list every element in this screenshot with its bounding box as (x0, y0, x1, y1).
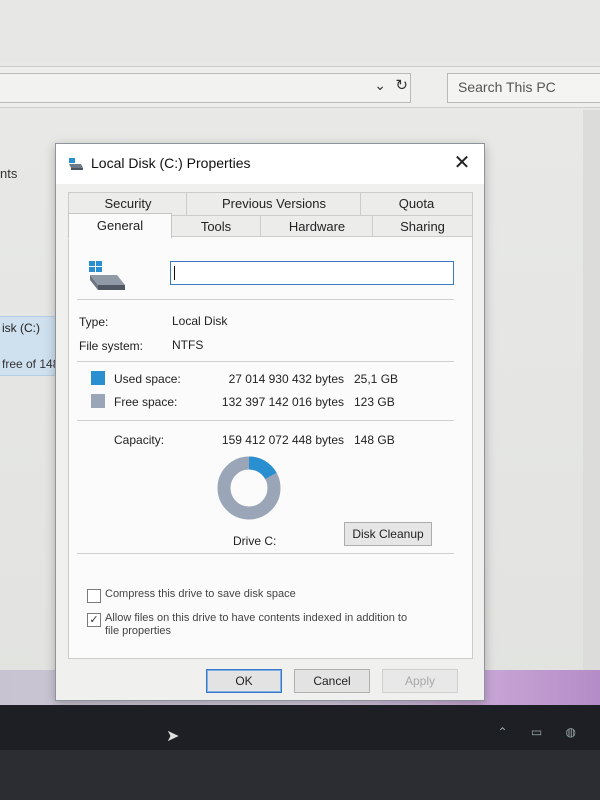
explorer-ribbon-area (0, 0, 600, 62)
separator (77, 299, 454, 300)
monitor-screen: ⌄ ↻ Search This PC nts isk (C:) free of … (0, 0, 600, 705)
monitor-bezel (0, 750, 600, 800)
apply-button: Apply (382, 669, 458, 693)
tab-tools[interactable]: Tools (170, 215, 262, 237)
explorer-address-bar: ⌄ ↻ Search This PC (0, 66, 600, 108)
used-space-label: Used space: (114, 372, 181, 386)
drive-label: Drive C: (233, 534, 277, 548)
taskbar: ⌃ ▭ ◍ (0, 705, 600, 750)
nav-pane-item[interactable]: nts (0, 166, 17, 181)
index-checkbox[interactable]: ✓ (87, 613, 101, 627)
drive-name-input[interactable] (170, 261, 454, 285)
type-label: Type: (79, 315, 109, 329)
free-space-swatch (91, 394, 105, 408)
index-label-line1: Allow files on this drive to have conten… (105, 612, 408, 624)
tab-hardware[interactable]: Hardware (260, 215, 374, 237)
separator (77, 553, 454, 554)
scrollbar[interactable] (583, 110, 600, 670)
hard-drive-icon (69, 158, 83, 170)
tab-security[interactable]: Security (68, 192, 188, 215)
used-space-swatch (91, 371, 105, 385)
file-system-label: File system: (79, 339, 144, 353)
capacity-bytes: 159 412 072 448 bytes (221, 433, 344, 447)
capacity-label: Capacity: (114, 433, 165, 447)
close-icon[interactable]: ✕ (448, 150, 476, 176)
separator (77, 361, 454, 362)
free-space-bytes: 132 397 142 016 bytes (221, 395, 344, 409)
address-field[interactable]: ⌄ ↻ (0, 73, 411, 103)
mouse-pointer-icon: ➤ (166, 728, 180, 745)
refresh-icon[interactable]: ↻ (395, 76, 408, 94)
dialog-title: Local Disk (C:) Properties (91, 155, 251, 171)
compress-checkbox[interactable] (87, 589, 101, 603)
general-tab-panel: Type: Local Disk File system: NTFS Used … (68, 236, 473, 659)
system-tray-icons[interactable]: ⌃ ▭ ◍ (497, 725, 586, 739)
dialog-title-bar[interactable]: Local Disk (C:) Properties ✕ (56, 144, 484, 184)
chevron-down-icon[interactable]: ⌄ (374, 77, 386, 94)
properties-dialog: Local Disk (C:) Properties ✕ Security Pr… (55, 143, 485, 701)
drive-tile-free: free of 148 (2, 357, 60, 371)
disk-cleanup-button[interactable]: Disk Cleanup (344, 522, 432, 546)
file-system-value: NTFS (172, 338, 204, 352)
free-space-gb: 123 GB (354, 395, 395, 409)
hard-drive-icon (89, 261, 125, 290)
used-space-bytes: 27 014 930 432 bytes (228, 372, 344, 386)
used-space-gb: 25,1 GB (354, 372, 399, 386)
capacity-gb: 148 GB (354, 433, 395, 447)
ok-button[interactable]: OK (206, 669, 282, 693)
drive-tile-label: isk (C:) (2, 321, 40, 335)
tab-general[interactable]: General (68, 213, 172, 239)
cancel-button[interactable]: Cancel (294, 669, 370, 693)
compress-label: Compress this drive to save disk space (105, 588, 296, 600)
tab-sharing[interactable]: Sharing (372, 215, 473, 237)
separator (77, 420, 454, 421)
tab-previous-versions[interactable]: Previous Versions (186, 192, 362, 215)
tab-quota[interactable]: Quota (360, 192, 473, 215)
index-label-line2: file properties (105, 625, 172, 637)
disk-usage-donut (217, 456, 281, 520)
search-input[interactable]: Search This PC (447, 73, 600, 103)
search-placeholder: Search This PC (458, 79, 556, 95)
type-value: Local Disk (172, 314, 228, 328)
free-space-label: Free space: (114, 395, 178, 409)
